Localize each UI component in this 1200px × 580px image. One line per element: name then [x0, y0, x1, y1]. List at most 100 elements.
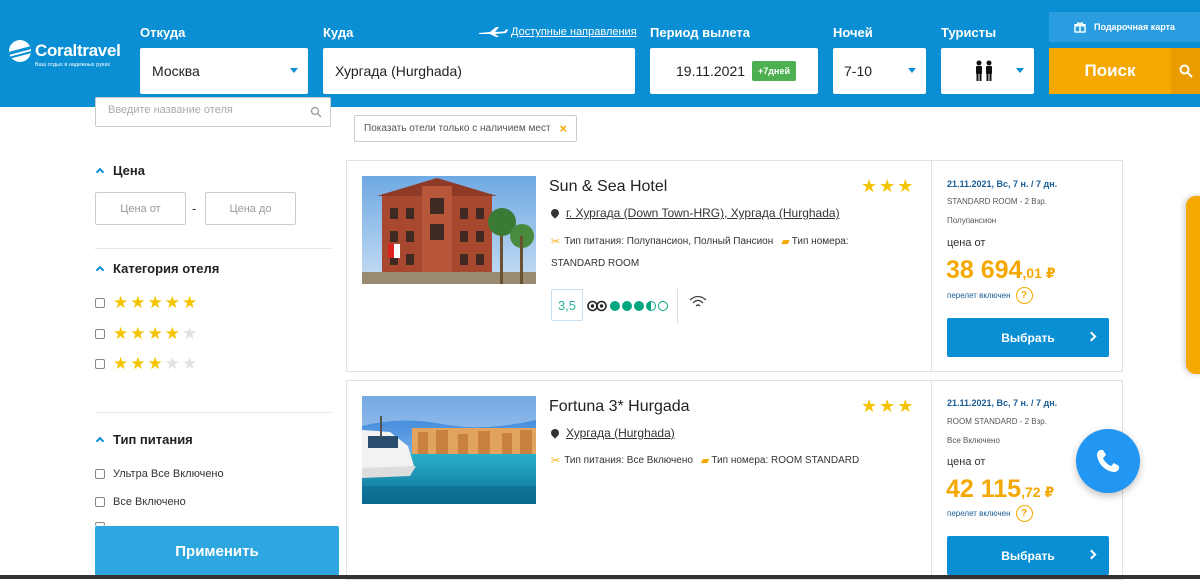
- divider: [95, 248, 331, 249]
- window-bottom-bar: [0, 575, 1200, 579]
- hotel-location[interactable]: Хургада (Hurghada): [549, 426, 675, 440]
- divider: [95, 412, 331, 413]
- search-button[interactable]: Поиск: [1049, 48, 1200, 94]
- divider: [677, 289, 678, 323]
- hotel-stars: ★★★: [861, 176, 916, 196]
- help-icon[interactable]: ?: [1015, 287, 1033, 304]
- price-from-label: цена от: [947, 456, 986, 468]
- gift-icon: [1074, 22, 1086, 33]
- price-to-placeholder: Цена до: [229, 202, 272, 215]
- plus-days-badge[interactable]: +7дней: [752, 61, 796, 81]
- hotel-name-input[interactable]: Введите название отеля: [95, 97, 331, 127]
- choose-offer-button[interactable]: Выбрать: [947, 318, 1109, 357]
- rating-bubble: [622, 301, 632, 311]
- tourists-select[interactable]: [941, 48, 1034, 94]
- price-main: 42 115: [946, 475, 1022, 503]
- rating-bubble: [646, 301, 656, 311]
- destination-input[interactable]: Хургада (Hurghada): [323, 48, 635, 94]
- search-button-label: Поиск: [1084, 61, 1136, 80]
- offer-room: STANDARD ROOM - 2 Взр.: [947, 197, 1047, 206]
- hotel-rating-badge: 3,5: [551, 289, 583, 321]
- offer-board: Все Включено: [947, 436, 1000, 445]
- nights-select[interactable]: 7-10: [833, 48, 926, 94]
- choose-button-label: Выбрать: [1001, 330, 1055, 345]
- rating-bubble: [634, 301, 644, 311]
- hotel-location[interactable]: г. Хургада (Down Town-HRG), Хургада (Hur…: [549, 206, 840, 220]
- chevron-right-icon: [1086, 331, 1097, 342]
- category-4-checkbox[interactable]: [95, 329, 105, 339]
- bed-icon: ▰: [700, 455, 710, 467]
- period-label: Период вылета: [650, 25, 750, 40]
- chevron-down-icon: [290, 68, 298, 73]
- phone-icon: [1097, 450, 1119, 472]
- three-stars-rating: ★★★★★: [113, 354, 200, 373]
- from-label: Откуда: [140, 25, 186, 40]
- choose-offer-button[interactable]: Выбрать: [947, 536, 1109, 575]
- food-option-label: Все Включено: [113, 496, 186, 508]
- to-label: Куда: [323, 25, 354, 40]
- price-main: 38 694: [946, 256, 1023, 284]
- callback-button[interactable]: [1076, 429, 1140, 493]
- two-adults-icon: [976, 60, 992, 81]
- from-value: Москва: [152, 63, 200, 79]
- category-5-checkbox[interactable]: [95, 298, 105, 308]
- close-icon[interactable]: ×: [560, 121, 568, 136]
- category-filter-title[interactable]: Категория отеля: [95, 261, 219, 276]
- price-cents: ,72 ₽: [1021, 484, 1055, 500]
- food-filter-title[interactable]: Тип питания: [95, 432, 193, 447]
- price-filter-label: Цена: [113, 163, 145, 178]
- room-type-label: Тип номера: ROOM STANDARD: [711, 455, 860, 466]
- all-inclusive-checkbox[interactable]: [95, 497, 105, 507]
- choose-button-label: Выбрать: [1001, 548, 1055, 563]
- tripadvisor-rating[interactable]: [587, 300, 670, 312]
- departure-date-value: 19.11.2021: [676, 63, 746, 79]
- availability-filter-chip[interactable]: Показать отели только с наличием мест ×: [354, 115, 578, 142]
- category-filter-label: Категория отеля: [113, 261, 220, 276]
- gift-card-button[interactable]: Подарочная карта: [1049, 12, 1200, 42]
- destination-value: Хургада (Hurghada): [335, 63, 462, 79]
- food-option-label: Ультра Все Включено: [113, 468, 224, 480]
- gift-card-label: Подарочная карта: [1093, 22, 1176, 32]
- hotel-name[interactable]: Sun & Sea Hotel: [549, 178, 667, 196]
- hotel-name[interactable]: Fortuna 3* Hurgada: [549, 398, 690, 416]
- hotel-photo[interactable]: [362, 396, 536, 504]
- chevron-up-icon: [95, 167, 105, 177]
- ultra-all-inclusive-checkbox[interactable]: [95, 469, 105, 479]
- four-stars-rating: ★★★★★: [113, 324, 200, 343]
- price-to-input[interactable]: Цена до: [205, 192, 296, 225]
- price-filter-title[interactable]: Цена: [95, 163, 145, 178]
- coral-travel-logo[interactable]: Coraltravel Ваш отдых в надежных руках: [9, 40, 121, 68]
- help-icon[interactable]: ?: [1015, 505, 1033, 522]
- hotel-meal-info: ✂ Тип питания: Все Включено ▰ Тип номера…: [551, 454, 859, 467]
- departure-date-field[interactable]: 19.11.2021 +7дней: [650, 48, 818, 94]
- side-widget-tab[interactable]: [1186, 196, 1200, 374]
- hotel-photo[interactable]: [362, 176, 536, 284]
- offer-room: ROOM STANDARD - 2 Взр.: [947, 417, 1047, 426]
- search-icon: [1171, 48, 1200, 94]
- offer-dates: 21.11.2021, Вс, 7 н. / 7 дн.: [947, 398, 1058, 408]
- utensils-icon: ✂: [551, 236, 561, 248]
- chevron-right-icon: [1086, 549, 1097, 560]
- room-type-label: Тип номера:: [791, 236, 849, 247]
- logo-name: Coraltravel: [35, 41, 121, 60]
- logo-tagline: Ваш отдых в надежных руках: [35, 62, 111, 68]
- category-3-checkbox[interactable]: [95, 359, 105, 369]
- location-pin-icon: [549, 207, 561, 219]
- hotel-offer-panel: 21.11.2021, Вс, 7 н. / 7 дн. STANDARD RO…: [931, 161, 1123, 371]
- hotel-meal-info: ✂ Тип питания: Полупансион, Полный Панси…: [551, 235, 849, 248]
- hotel-room-type: STANDARD ROOM: [551, 258, 640, 269]
- price-from-label: цена от: [947, 237, 986, 249]
- search-icon: [310, 106, 322, 118]
- from-select[interactable]: Москва: [140, 48, 308, 94]
- available-directions-link[interactable]: Доступные направления: [478, 26, 637, 38]
- price-from-input[interactable]: Цена от: [95, 192, 186, 225]
- utensils-icon: ✂: [551, 455, 561, 467]
- bed-icon: ▰: [781, 236, 790, 248]
- apply-button-label: Применить: [175, 542, 259, 560]
- hotel-location-text: г. Хургада (Down Town-HRG), Хургада (Hur…: [566, 206, 840, 220]
- apply-filters-button[interactable]: Применить: [95, 526, 339, 576]
- location-pin-icon: [549, 427, 561, 439]
- airplane-icon: [479, 27, 508, 37]
- hotel-card: Fortuna 3* Hurgada ★★★ Хургада (Hurghada…: [346, 380, 1123, 580]
- price-range-dash: -: [192, 201, 197, 216]
